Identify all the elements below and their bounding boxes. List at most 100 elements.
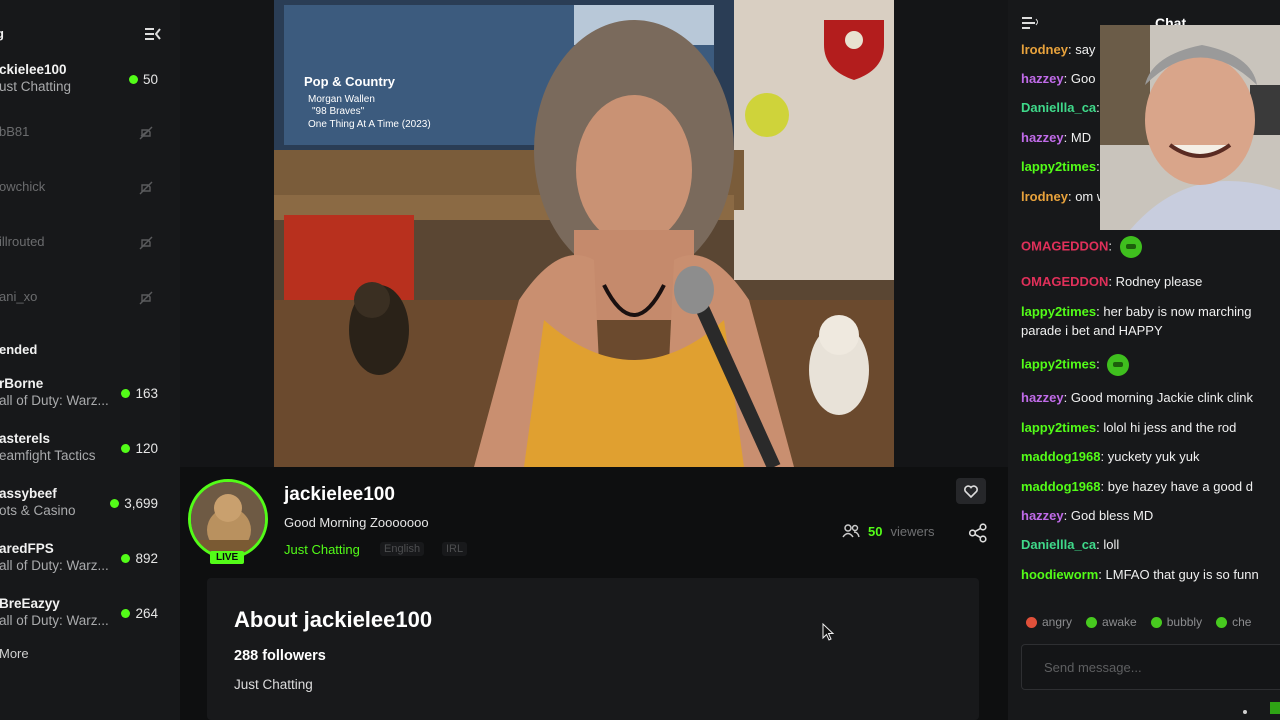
channel-name: rBorne	[0, 376, 44, 391]
chat-text: God bless MD	[1070, 508, 1154, 523]
live-dot-icon	[121, 609, 131, 618]
sidebar-recommended-channel[interactable]: asterels eamfight Tactics 120	[0, 431, 175, 471]
live-dot-icon	[121, 389, 131, 398]
chat-text: LMFAO that guy is so funn	[1105, 567, 1259, 582]
chat-username[interactable]: Daniellla_ca	[1021, 537, 1096, 552]
channel-category: all of Duty: Warz...	[0, 558, 109, 573]
mouse-cursor-icon	[822, 623, 835, 641]
chat-message: hazzey: Good morning Jackie clink clink	[1021, 388, 1280, 407]
stream-category-link[interactable]: Just Chatting	[284, 542, 360, 557]
chat-separator: :	[1108, 274, 1116, 289]
follow-button[interactable]	[956, 478, 986, 504]
channel-name[interactable]: jackielee100	[284, 484, 395, 506]
chat-username[interactable]: lappy2times	[1021, 356, 1096, 371]
viewer-count-value: 3,699	[124, 496, 158, 511]
avatar-image	[191, 482, 265, 556]
tv-overlay-album: One Thing At A Time (2023)	[308, 119, 431, 130]
chat-input[interactable]: Send message...	[1021, 644, 1280, 690]
channel-name: owchick	[0, 179, 46, 194]
sidebar-channel-jackielee100[interactable]: ckielee100 ust Chatting 50	[0, 62, 175, 102]
chat-username[interactable]: hazzey	[1021, 130, 1064, 145]
stream-tag[interactable]: IRL	[442, 542, 468, 556]
chat-message: lappy2times: her baby is now marching pa…	[1021, 302, 1280, 340]
live-dot-icon	[110, 499, 120, 508]
channel-avatar-wrap: LIVE	[188, 479, 272, 564]
viewer-count-value: 163	[135, 386, 158, 401]
viewer-counter: 50 viewers	[842, 523, 935, 539]
channel-category: eamfight Tactics	[0, 448, 96, 463]
sidebar-channel-offline[interactable]: illrouted	[0, 228, 175, 268]
chat-username[interactable]: lappy2times	[1021, 304, 1096, 319]
chat-text: bye hazey have a good d	[1107, 479, 1253, 494]
live-badge: LIVE	[210, 551, 245, 564]
chat-separator: :	[1100, 479, 1108, 494]
chat-username[interactable]: lrodney	[1021, 42, 1068, 57]
show-more-link[interactable]: More	[0, 646, 29, 661]
viewer-count-label: viewers	[890, 523, 935, 539]
chat-username[interactable]: maddog1968	[1021, 449, 1100, 464]
sidebar-recommended-channel[interactable]: assybeef ots & Casino 3,699	[0, 486, 175, 526]
chat-username[interactable]: OMAGEDDON	[1021, 238, 1108, 253]
video-player[interactable]: Pop & Country Morgan Wallen "98 Braves" …	[274, 0, 894, 467]
chat-text: Rodney please	[1115, 274, 1203, 289]
collapse-sidebar-icon[interactable]	[144, 26, 162, 42]
chat-username[interactable]: lappy2times	[1021, 420, 1096, 435]
channel-name: aredFPS	[0, 541, 54, 556]
share-icon[interactable]	[968, 523, 988, 543]
live-dot-icon	[121, 444, 131, 453]
viewer-count: 163	[121, 386, 158, 401]
emote-chip[interactable]: awake	[1086, 612, 1137, 632]
emote-chip-label: bubbly	[1166, 615, 1203, 629]
follower-count: 288 followers	[234, 648, 326, 664]
channel-category: ots & Casino	[0, 503, 76, 518]
chat-message: OMAGEDDON:	[1021, 236, 1280, 258]
chat-username[interactable]: hazzey	[1021, 508, 1064, 523]
chat-separator: :	[1108, 238, 1116, 254]
sidebar-recommended-channel[interactable]: aredFPS all of Duty: Warz... 892	[0, 541, 175, 581]
chat-text: lolol hi jess and the rod	[1103, 420, 1237, 435]
chat-text: say	[1075, 42, 1096, 57]
viewers-icon	[842, 524, 860, 538]
chat-username[interactable]: maddog1968	[1021, 479, 1100, 494]
chat-username[interactable]: lappy2times	[1021, 159, 1096, 174]
chat-send-button[interactable]	[1270, 702, 1280, 714]
emote-bubbly-icon	[1150, 616, 1162, 628]
emote-chip[interactable]: che	[1216, 612, 1251, 632]
stream-title: Good Morning Zooooooo	[284, 515, 429, 530]
channel-name: assybeef	[0, 486, 57, 501]
video-letterbox-left	[180, 0, 274, 467]
viewer-count: 264	[121, 606, 158, 621]
avatar[interactable]	[188, 479, 268, 559]
video-frame: Pop & Country Morgan Wallen "98 Braves" …	[274, 0, 894, 467]
chat-username[interactable]: lrodney	[1021, 189, 1068, 204]
heart-icon	[964, 484, 978, 498]
chat-message: maddog1968: yuckety yuk yuk	[1021, 447, 1280, 466]
chat-collapse-icon[interactable]	[1022, 16, 1038, 30]
about-heading: About jackielee100	[234, 607, 433, 632]
chat-username[interactable]: hazzey	[1021, 71, 1064, 86]
chat-username[interactable]: OMAGEDDON	[1021, 274, 1108, 289]
chat-username[interactable]: hazzey	[1021, 390, 1064, 405]
sidebar-recommended-channel[interactable]: BreEazyy all of Duty: Warz... 264	[0, 596, 175, 636]
sidebar-header: g	[0, 22, 180, 48]
viewer-count-value: 264	[135, 606, 158, 621]
channel-name: asterels	[0, 431, 51, 446]
chat-username[interactable]: hoodieworm	[1021, 567, 1098, 582]
emote-chip[interactable]: angry	[1026, 612, 1072, 632]
sidebar-channel-offline[interactable]: bB81	[0, 118, 175, 158]
webcam-overlay	[1100, 25, 1280, 230]
sidebar-recommended-channel[interactable]: rBorne all of Duty: Warz... 163	[0, 376, 175, 416]
chat-username[interactable]: Daniellla_ca	[1021, 100, 1096, 115]
chat-text: yuckety yuk yuk	[1107, 449, 1200, 464]
chat-separator: :	[1063, 71, 1071, 86]
chat-message: hoodieworm: LMFAO that guy is so funn	[1021, 565, 1280, 584]
sidebar-channel-offline[interactable]: ani_xo	[0, 283, 175, 323]
emote-chip[interactable]: bubbly	[1150, 612, 1203, 632]
stream-tag[interactable]: English	[380, 542, 425, 556]
stream-info: LIVE jackielee100 Good Morning Zooooooo …	[180, 467, 1008, 567]
chat-message: hazzey: God bless MD	[1021, 506, 1280, 525]
channel-category: all of Duty: Warz...	[0, 393, 109, 408]
sidebar-channel-offline[interactable]: owchick	[0, 173, 175, 213]
chat-separator: :	[1063, 390, 1071, 405]
chat-text: MD	[1070, 130, 1092, 145]
